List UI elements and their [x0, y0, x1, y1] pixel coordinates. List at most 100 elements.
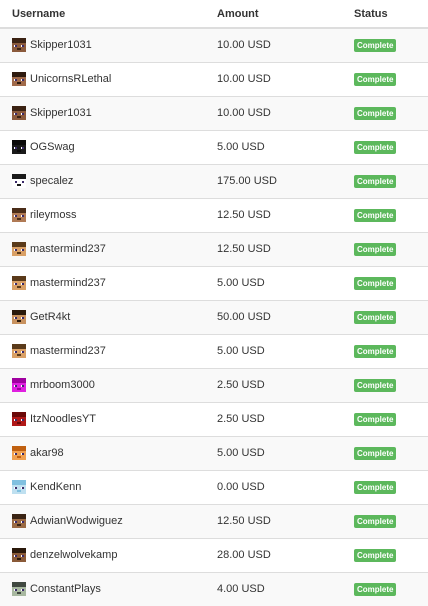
avatar-eye	[21, 487, 24, 489]
username-cell: UnicornsRLethal	[0, 62, 205, 96]
amount-cell: 50.00 USD	[217, 311, 271, 323]
avatar-mouth	[17, 388, 21, 390]
player-skin-icon	[12, 378, 26, 392]
status-cell: Complete	[342, 198, 428, 232]
table-row: UnicornsRLethal 10.00 USD Complete	[0, 62, 428, 96]
username-text: mastermind237	[30, 277, 106, 289]
avatar-eye	[14, 385, 17, 387]
user-info: Skipper1031	[12, 38, 205, 53]
table-row: OGSwag 5.00 USD Complete	[0, 130, 428, 164]
avatar-eye	[14, 317, 17, 319]
avatar-mouth	[17, 354, 21, 356]
avatar-eye	[21, 45, 24, 48]
status-badge: Complete	[354, 242, 397, 256]
avatar-eye	[21, 317, 24, 319]
username-cell: OGSwag	[0, 130, 205, 164]
avatar-hair	[12, 582, 26, 588]
username-text: KendKenn	[30, 481, 82, 493]
username-cell: specalez	[0, 164, 205, 198]
username-cell: mastermind237	[0, 232, 205, 266]
avatar-eye	[21, 181, 24, 183]
username-cell: KendKenn	[0, 470, 205, 504]
amount-cell: 5.00 USD	[217, 447, 265, 459]
amount-cell: 5.00 USD	[217, 277, 265, 289]
amount-cell: 2.50 USD	[217, 379, 265, 391]
amount-cell: 2.50 USD	[217, 413, 265, 425]
avatar-eye	[21, 419, 24, 421]
status-badge: Complete	[354, 480, 397, 494]
avatar-eye	[21, 283, 24, 285]
avatar-eye	[14, 589, 17, 592]
avatar-mouth	[17, 150, 21, 152]
status-cell: Complete	[342, 130, 428, 164]
table-row: akar98 5.00 USD Complete	[0, 436, 428, 470]
status-cell: Complete	[342, 402, 428, 436]
username-cell: ItzNoodlesYT	[0, 402, 205, 436]
avatar-eye	[21, 113, 24, 115]
avatar-eye	[14, 351, 17, 353]
amount-cell: 10.00 USD	[217, 39, 271, 52]
status-badge: Complete	[354, 140, 397, 154]
player-skin-icon	[12, 344, 26, 358]
status-cell: Complete	[342, 232, 428, 266]
status-cell: Complete	[342, 504, 428, 538]
avatar-mouth	[17, 116, 21, 118]
status-cell: Complete	[342, 62, 428, 96]
avatar-hair	[12, 446, 26, 451]
amount-cell: 12.50 USD	[217, 209, 271, 221]
header-amount: Amount	[205, 0, 342, 29]
username-cell: Skipper1031	[0, 96, 205, 130]
username-cell: mastermind237	[0, 334, 205, 368]
user-info: denzelwolvekamp	[12, 548, 205, 562]
avatar-hair	[12, 412, 26, 417]
status-badge: Complete	[354, 446, 397, 460]
status-cell: Complete	[342, 436, 428, 470]
player-skin-icon	[12, 480, 26, 494]
avatar-eye	[21, 589, 24, 592]
header-status: Status	[342, 0, 428, 29]
avatar-eye	[21, 215, 24, 217]
username-text: mastermind237	[30, 345, 106, 357]
player-skin-icon	[12, 446, 26, 460]
avatar-eye	[14, 79, 17, 81]
username-text: AdwianWodwiguez	[30, 515, 123, 527]
user-info: ConstantPlays	[12, 582, 205, 597]
avatar-hair	[12, 208, 26, 213]
username-text: ConstantPlays	[30, 583, 101, 596]
player-skin-icon	[12, 106, 26, 120]
avatar-mouth	[17, 524, 21, 526]
avatar-eye	[14, 555, 17, 557]
username-text: OGSwag	[30, 141, 75, 153]
avatar-mouth	[17, 286, 21, 288]
status-cell: Complete	[342, 96, 428, 130]
status-badge: Complete	[354, 412, 397, 426]
avatar-eye	[21, 351, 24, 353]
panda-skin-icon	[12, 174, 26, 188]
avatar-mouth	[17, 422, 21, 424]
avatar-hair	[12, 242, 26, 247]
table-row: ConstantPlays 4.00 USD Complete	[0, 572, 428, 606]
username-text: Skipper1031	[30, 39, 92, 52]
status-badge: Complete	[354, 378, 397, 392]
user-info: mrboom3000	[12, 378, 205, 392]
user-info: mastermind237	[12, 276, 205, 290]
avatar-hair	[12, 378, 26, 383]
status-cell: Complete	[342, 572, 428, 606]
username-cell: mrboom3000	[0, 368, 205, 402]
user-info: mastermind237	[12, 242, 205, 256]
avatar-mouth	[17, 218, 21, 220]
table-row: mastermind237 12.50 USD Complete	[0, 232, 428, 266]
player-skin-icon	[12, 412, 26, 426]
amount-cell: 5.00 USD	[217, 345, 265, 357]
player-skin-icon	[12, 514, 26, 528]
status-cell: Complete	[342, 470, 428, 504]
player-skin-icon	[12, 310, 26, 324]
table-row: mrboom3000 2.50 USD Complete	[0, 368, 428, 402]
user-info: Skipper1031	[12, 106, 205, 120]
avatar-hair	[12, 140, 26, 145]
player-skin-icon	[12, 582, 26, 597]
username-text: akar98	[30, 447, 64, 459]
player-skin-icon	[12, 140, 26, 154]
avatar-eye	[14, 147, 17, 149]
user-info: ItzNoodlesYT	[12, 412, 205, 426]
